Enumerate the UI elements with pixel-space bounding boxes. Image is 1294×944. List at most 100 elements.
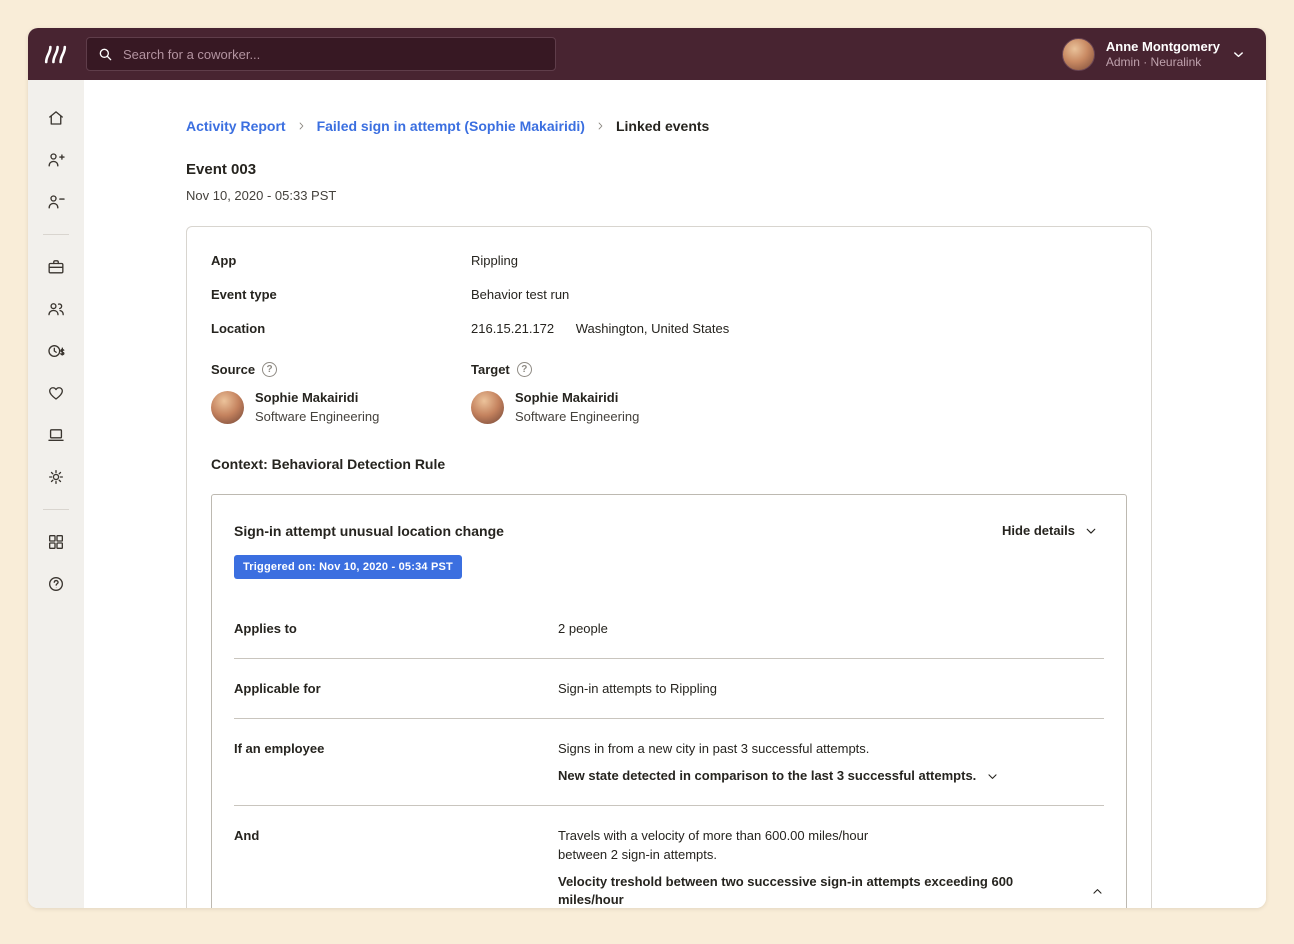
rule-row-label: Applicable for bbox=[234, 681, 321, 696]
event-timestamp: Nov 10, 2020 - 05:33 PST bbox=[186, 188, 337, 203]
user-avatar bbox=[1061, 37, 1095, 71]
condition-expand-label: Velocity treshold between two successive… bbox=[558, 874, 1014, 907]
person-department: Software Engineering bbox=[255, 409, 380, 424]
rule-row-applicable-for: Applicable for Sign-in attempts to Rippl… bbox=[234, 679, 1104, 698]
user-role: Admin · Neuralink bbox=[1105, 54, 1202, 69]
event-title: Event 003 bbox=[186, 161, 257, 178]
rule-row-label: If an employee bbox=[234, 741, 325, 756]
rule-row-value: Travels with a velocity of more than 600… bbox=[558, 826, 1104, 908]
chevron-down-icon bbox=[1234, 51, 1243, 57]
detail-value: Behavior test run bbox=[471, 287, 570, 302]
search-input[interactable] bbox=[86, 37, 556, 71]
laptop-icon bbox=[48, 429, 64, 441]
rippling-logo[interactable] bbox=[28, 45, 84, 64]
person-add-icon bbox=[48, 153, 65, 167]
source-avatar bbox=[211, 390, 244, 424]
sidebar-item-help[interactable] bbox=[36, 564, 76, 604]
home-icon bbox=[49, 111, 63, 125]
source-column: Source ? Sophie Makairidi Software Engin… bbox=[211, 362, 471, 424]
heart-icon bbox=[49, 387, 63, 400]
time-pay-icon bbox=[48, 344, 65, 358]
sidebar-item-home[interactable] bbox=[36, 98, 76, 138]
team-icon bbox=[48, 303, 64, 316]
apps-grid-icon bbox=[49, 535, 63, 549]
chevron-right-icon bbox=[296, 120, 307, 132]
help-tooltip-icon[interactable]: ? bbox=[262, 362, 278, 377]
source-person: Sophie Makairidi Software Engineering bbox=[211, 390, 471, 424]
sidebar-divider bbox=[43, 234, 69, 235]
sidebar-item-apps[interactable] bbox=[36, 522, 76, 562]
detail-label: Event type bbox=[211, 287, 277, 302]
source-target-section: Source ? Sophie Makairidi Software Engin… bbox=[211, 362, 1127, 424]
app-window: Anne Montgomery Admin · Neuralink bbox=[28, 28, 1266, 908]
rule-conditions: Applies to 2 people Applicable for Sign-… bbox=[234, 619, 1104, 908]
rule-row-if-employee: If an employee Signs in from a new city … bbox=[234, 739, 1104, 785]
sidebar-item-company[interactable] bbox=[36, 247, 76, 287]
divider bbox=[234, 718, 1104, 719]
condition-expand-toggle[interactable]: Velocity treshold between two successive… bbox=[558, 873, 1104, 908]
sidebar-item-remove-teammate[interactable] bbox=[36, 182, 76, 222]
rule-title: Sign-in attempt unusual location change bbox=[234, 523, 504, 539]
chevron-right-icon bbox=[595, 120, 606, 132]
target-label: Target bbox=[471, 362, 510, 377]
sidebar-item-payroll[interactable] bbox=[36, 331, 76, 371]
search-field[interactable] bbox=[121, 45, 545, 63]
person-remove-icon bbox=[48, 195, 65, 209]
detail-label: App bbox=[211, 253, 237, 268]
topbar: Anne Montgomery Admin · Neuralink bbox=[28, 28, 1266, 80]
location-place: Washington, United States bbox=[575, 321, 730, 336]
search-icon bbox=[99, 48, 112, 61]
rule-row-value: Sign-in attempts to Rippling bbox=[558, 681, 717, 696]
condition-text: Signs in from a new city in past 3 succe… bbox=[558, 741, 870, 756]
person-department: Software Engineering bbox=[515, 409, 640, 424]
condition-expand-toggle[interactable]: New state detected in comparison to the … bbox=[558, 767, 1104, 785]
help-tooltip-icon[interactable]: ? bbox=[516, 362, 532, 377]
main-content: Activity Report Failed sign in attempt (… bbox=[84, 80, 1266, 908]
source-label: Source bbox=[211, 362, 256, 377]
detail-value: 216.15.21.172 Washington, United States bbox=[471, 321, 729, 336]
detail-value: Rippling bbox=[471, 253, 518, 268]
rule-row-and: And Travels with a velocity of more than… bbox=[234, 826, 1104, 908]
target-avatar bbox=[471, 390, 504, 424]
user-name: Anne Montgomery bbox=[1105, 38, 1220, 54]
condition-text: Travels with a velocity of more than 600… bbox=[558, 828, 869, 843]
user-menu[interactable]: Anne Montgomery Admin · Neuralink bbox=[1061, 37, 1266, 71]
desktop-background: Anne Montgomery Admin · Neuralink bbox=[0, 0, 1294, 944]
sidebar-item-devices[interactable] bbox=[36, 415, 76, 455]
app-body: Activity Report Failed sign in attempt (… bbox=[28, 80, 1266, 908]
sidebar-item-add-teammate[interactable] bbox=[36, 140, 76, 180]
context-title: Context: Behavioral Detection Rule bbox=[211, 456, 446, 472]
chevron-up-icon bbox=[1093, 888, 1102, 894]
briefcase-icon bbox=[48, 260, 64, 274]
rule-row-value: Signs in from a new city in past 3 succe… bbox=[558, 739, 1104, 785]
divider bbox=[234, 805, 1104, 806]
chevron-down-icon bbox=[988, 773, 997, 779]
hide-details-label: Hide details bbox=[1002, 523, 1075, 538]
hide-details-toggle[interactable]: Hide details bbox=[1002, 523, 1098, 538]
breadcrumb-failed-sign-in[interactable]: Failed sign in attempt (Sophie Makairidi… bbox=[317, 118, 585, 134]
event-detail-card: App Rippling Event type Behavior test ru… bbox=[186, 226, 1152, 908]
help-icon bbox=[49, 577, 63, 591]
rippling-logo-icon bbox=[44, 45, 67, 63]
person-name: Sophie Makairidi bbox=[255, 390, 359, 405]
sidebar-item-settings[interactable] bbox=[36, 457, 76, 497]
rule-row-label: Applies to bbox=[234, 621, 297, 636]
divider bbox=[234, 658, 1104, 659]
breadcrumb-linked-events: Linked events bbox=[615, 118, 710, 134]
triggered-badge: Triggered on: Nov 10, 2020 - 05:34 PST bbox=[234, 555, 462, 579]
sidebar bbox=[28, 80, 84, 908]
sidebar-divider bbox=[43, 509, 69, 510]
rule-row-applies-to: Applies to 2 people bbox=[234, 619, 1104, 638]
sidebar-item-benefits[interactable] bbox=[36, 373, 76, 413]
target-person: Sophie Makairidi Software Engineering bbox=[471, 390, 731, 424]
sidebar-item-people[interactable] bbox=[36, 289, 76, 329]
breadcrumb-activity-report[interactable]: Activity Report bbox=[186, 118, 286, 134]
gear-icon bbox=[49, 470, 63, 484]
breadcrumb: Activity Report Failed sign in attempt (… bbox=[186, 118, 1266, 134]
user-info: Anne Montgomery Admin · Neuralink bbox=[1106, 39, 1220, 70]
condition-text: between 2 sign-in attempts. bbox=[558, 847, 717, 862]
person-name: Sophie Makairidi bbox=[515, 390, 619, 405]
rule-row-label: And bbox=[234, 828, 260, 843]
detail-row-location: Location 216.15.21.172 Washington, Unite… bbox=[211, 321, 1127, 336]
detail-label: Location bbox=[211, 321, 266, 336]
